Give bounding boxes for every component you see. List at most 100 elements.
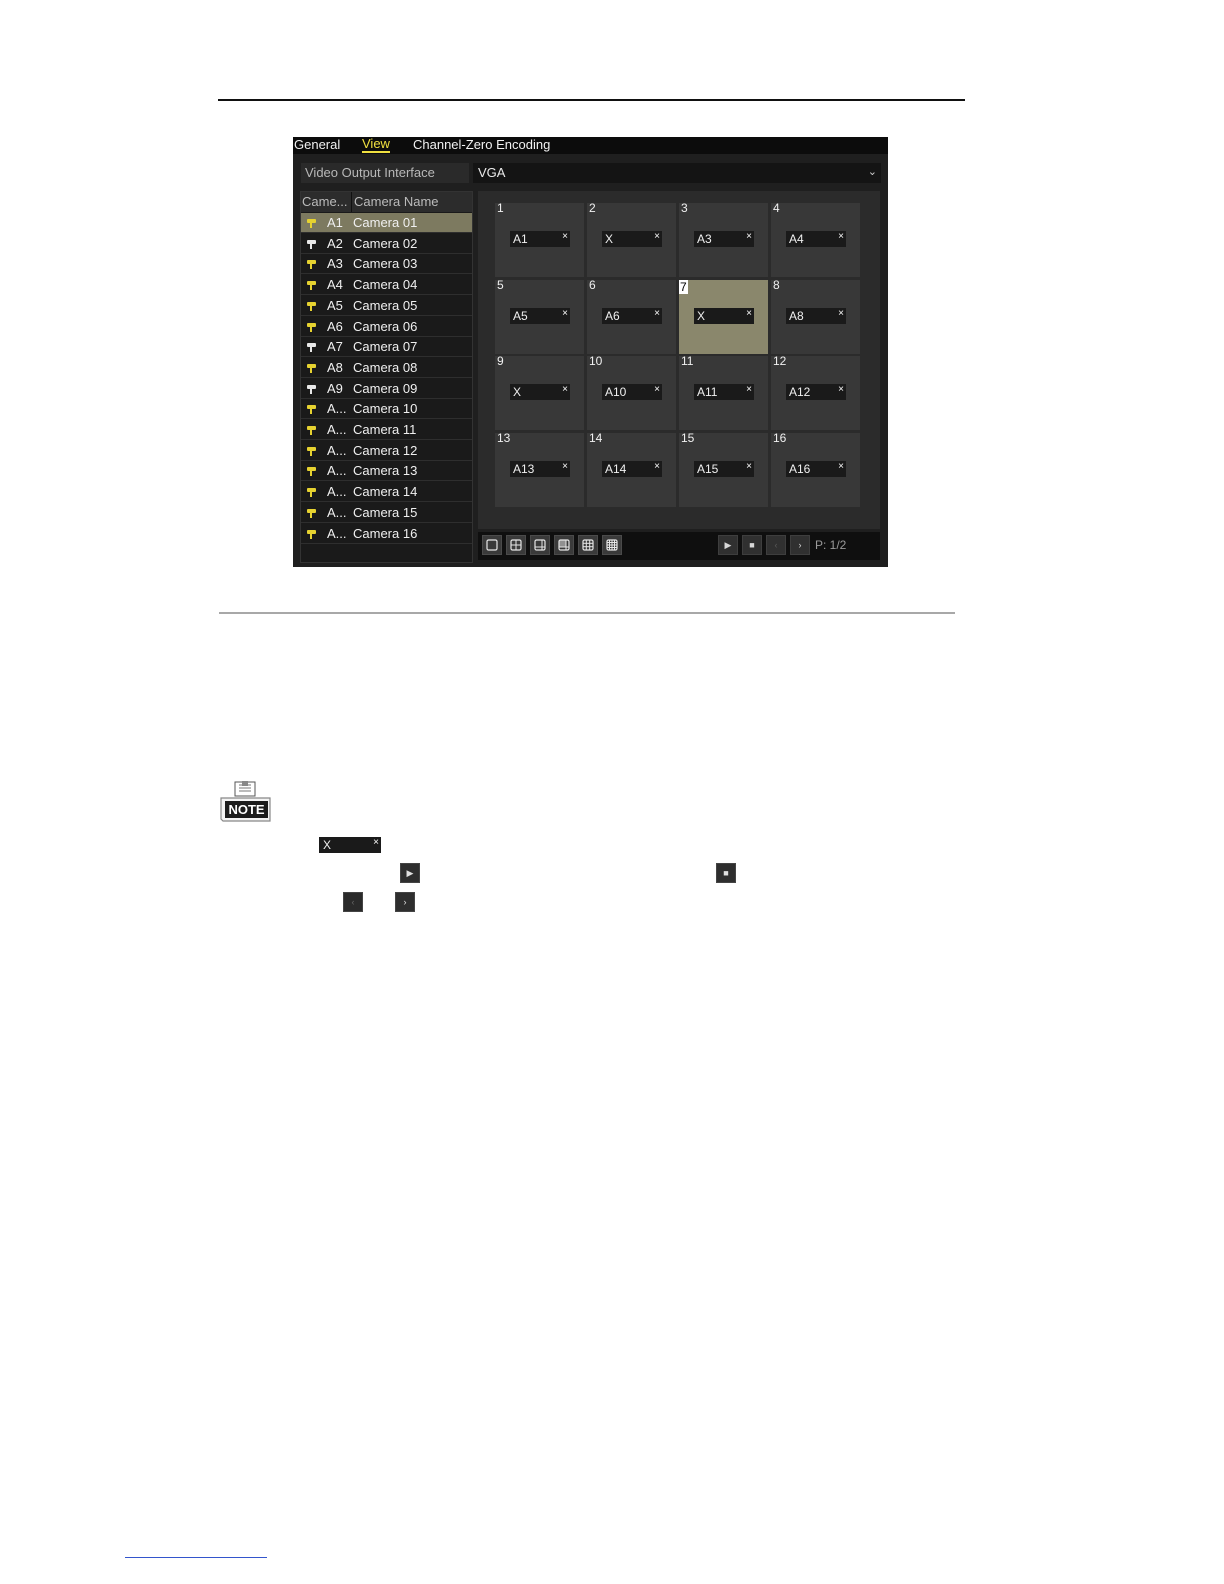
view-cell[interactable]: 15 A15 × xyxy=(679,431,768,507)
camera-icon xyxy=(307,219,316,228)
view-cell[interactable]: 14 A14 × xyxy=(587,431,676,507)
tab-general[interactable]: General xyxy=(294,137,340,152)
camera-icon xyxy=(307,363,316,373)
camera-id: A1 xyxy=(327,215,343,230)
close-icon[interactable]: × xyxy=(562,308,568,320)
view-cell[interactable]: 5 A5 × xyxy=(495,278,584,354)
video-output-row: Video Output Interface VGA ⌄ xyxy=(301,163,881,183)
camera-list-row[interactable]: A1 Camera 01 xyxy=(301,213,472,233)
layout-4-button[interactable] xyxy=(506,535,526,555)
view-cell[interactable]: 10 A10 × xyxy=(587,354,676,430)
camera-list-row[interactable]: A5 Camera 05 xyxy=(301,296,472,316)
column-header-camera[interactable]: Came... xyxy=(302,192,348,212)
camera-icon xyxy=(307,467,316,477)
camera-list-row[interactable]: A... Camera 16 xyxy=(301,524,472,544)
prev-page-button[interactable]: ‹ xyxy=(766,535,786,555)
close-icon[interactable]: × xyxy=(838,461,844,473)
camera-list-row[interactable]: A4 Camera 04 xyxy=(301,275,472,296)
play-button[interactable]: ▶ xyxy=(718,535,738,555)
layout-6-button[interactable] xyxy=(530,535,550,555)
camera-id: A7 xyxy=(327,339,343,355)
camera-list-row[interactable]: A3 Camera 03 xyxy=(301,254,472,275)
video-output-select[interactable]: VGA ⌄ xyxy=(473,163,881,183)
layout-8-icon xyxy=(558,539,570,551)
view-cell[interactable]: 3 A3 × xyxy=(679,201,768,277)
cell-camera-label: A5 xyxy=(513,308,528,323)
cell-camera-tag: X × xyxy=(694,307,754,324)
cell-camera-tag: X × xyxy=(510,384,570,400)
camera-id: A... xyxy=(327,463,347,479)
inline-stop-button: ■ xyxy=(716,863,736,883)
inline-next-button: › xyxy=(395,892,415,912)
close-icon[interactable]: × xyxy=(562,384,568,396)
camera-name: Camera 03 xyxy=(353,256,418,272)
cell-camera-tag: A11 × xyxy=(694,384,754,400)
camera-icon xyxy=(307,446,316,456)
close-icon[interactable]: × xyxy=(562,461,568,473)
column-header-camera-name[interactable]: Camera Name xyxy=(351,192,439,212)
close-icon[interactable]: × xyxy=(562,231,568,243)
view-cell[interactable]: 1 A1 × xyxy=(495,201,584,277)
close-icon[interactable]: × xyxy=(838,231,844,243)
cell-camera-tag: A16 × xyxy=(786,460,846,477)
camera-list-row[interactable]: A9 Camera 09 xyxy=(301,379,472,399)
camera-list-row[interactable]: A... Camera 10 xyxy=(301,399,472,420)
layout-16-button[interactable] xyxy=(602,535,622,555)
camera-list-row[interactable]: A8 Camera 08 xyxy=(301,358,472,378)
view-toolbar: ▶ ■ ‹ › P: 1/2 xyxy=(478,532,880,560)
close-icon[interactable]: × xyxy=(746,231,752,243)
close-icon[interactable]: × xyxy=(838,308,844,320)
view-cell[interactable]: 11 A11 × xyxy=(679,354,768,430)
camera-id: A9 xyxy=(327,380,343,396)
view-cell[interactable]: 7 X × xyxy=(679,279,768,354)
close-icon[interactable]: × xyxy=(746,308,752,320)
camera-list-row[interactable]: A6 Camera 06 xyxy=(301,317,472,337)
close-icon[interactable]: × xyxy=(654,461,660,473)
camera-name: Camera 07 xyxy=(353,339,418,355)
camera-name: Camera 11 xyxy=(353,422,417,437)
view-cell[interactable]: 8 A8 × xyxy=(771,278,860,354)
camera-icon xyxy=(307,239,316,249)
camera-list-row[interactable]: A... Camera 15 xyxy=(301,503,472,523)
chevron-right-icon: › xyxy=(798,540,802,550)
view-cell[interactable]: 16 A16 × xyxy=(771,431,860,507)
video-output-value: VGA xyxy=(478,165,506,180)
footer-link-underline xyxy=(125,1557,267,1558)
layout-9-button[interactable] xyxy=(578,535,598,555)
cell-number: 1 xyxy=(497,201,504,215)
layout-8-button[interactable] xyxy=(554,535,574,555)
camera-id: A8 xyxy=(327,359,343,375)
view-cell[interactable]: 4 A4 × xyxy=(771,201,860,277)
tab-view[interactable]: View xyxy=(362,137,390,153)
cell-camera-label: A14 xyxy=(605,461,627,476)
view-cell[interactable]: 13 A13 × xyxy=(495,431,584,507)
view-cell[interactable]: 6 A6 × xyxy=(587,278,676,354)
close-icon[interactable]: × xyxy=(838,384,844,396)
camera-list-row[interactable]: A2 Camera 02 xyxy=(301,234,472,254)
camera-list-row[interactable]: A7 Camera 07 xyxy=(301,337,472,358)
next-page-button[interactable]: › xyxy=(790,535,810,555)
stop-button[interactable]: ■ xyxy=(742,535,762,555)
close-icon[interactable]: × xyxy=(654,231,660,243)
tab-channel-zero-encoding[interactable]: Channel-Zero Encoding xyxy=(413,137,550,152)
camera-list-row[interactable]: A... Camera 13 xyxy=(301,461,472,482)
close-icon[interactable]: × xyxy=(746,384,752,396)
camera-list-row[interactable]: A... Camera 11 xyxy=(301,420,472,440)
cell-camera-label: A12 xyxy=(789,385,811,399)
cell-camera-label: A13 xyxy=(513,461,535,476)
layout-1-button[interactable] xyxy=(482,535,502,555)
camera-list-row[interactable]: A... Camera 14 xyxy=(301,482,472,503)
close-icon[interactable]: × xyxy=(654,308,660,320)
view-cell[interactable]: 9 X × xyxy=(495,354,584,430)
stop-icon: ■ xyxy=(723,868,729,878)
view-cell[interactable]: 2 X × xyxy=(587,201,676,277)
close-icon: × xyxy=(373,837,379,848)
camera-name: Camera 16 xyxy=(353,525,418,541)
cell-number: 11 xyxy=(681,354,694,368)
camera-id: A5 xyxy=(327,297,343,313)
close-icon[interactable]: × xyxy=(654,384,660,396)
close-icon[interactable]: × xyxy=(746,461,752,473)
camera-name: Camera 14 xyxy=(353,484,418,500)
camera-list-row[interactable]: A... Camera 12 xyxy=(301,441,472,461)
view-cell[interactable]: 12 A12 × xyxy=(771,354,860,430)
